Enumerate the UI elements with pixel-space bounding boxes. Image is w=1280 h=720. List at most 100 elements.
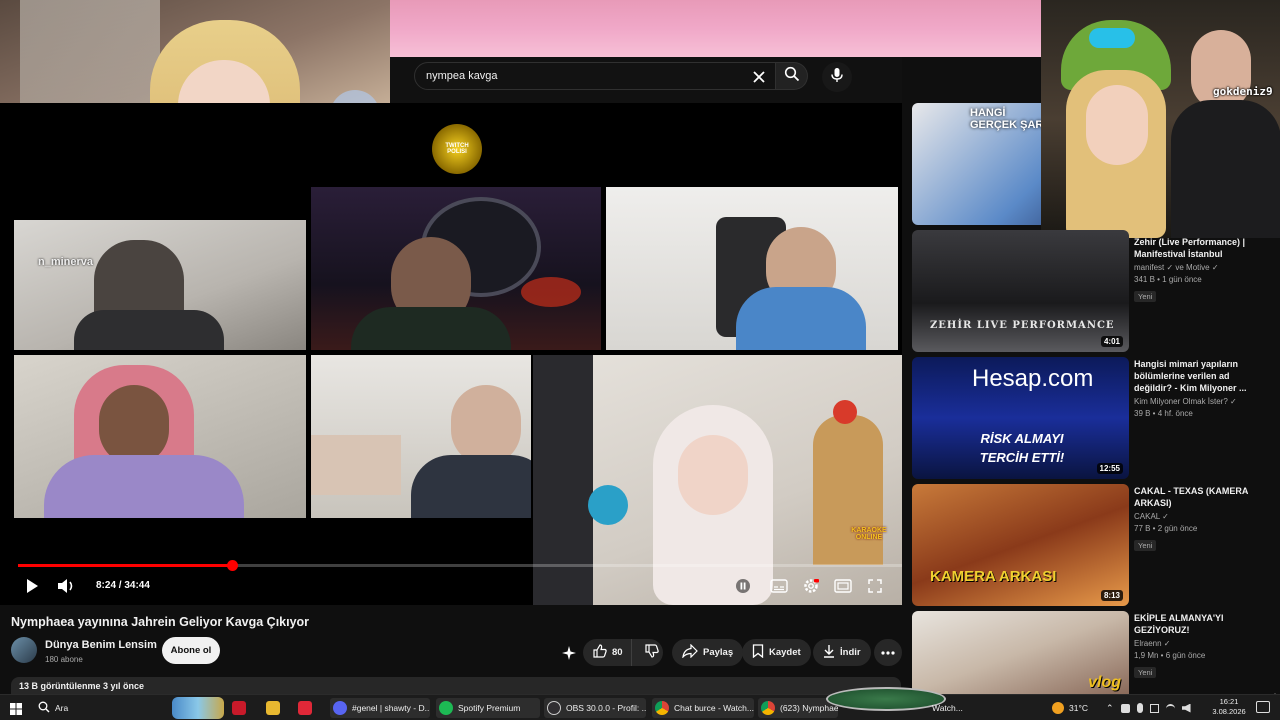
spotify-icon — [439, 701, 453, 715]
notification-icon[interactable] — [1256, 701, 1270, 713]
time-display: 8:24 / 34:44 — [96, 580, 150, 591]
like-count: 80 — [612, 647, 623, 658]
windows-taskbar: Ara #genel | shawty - D... Spotify Premi… — [0, 687, 1280, 720]
taskbar-item-label-3: OBS 30.0.0 - Profil: ... — [566, 703, 646, 713]
taskbar-search-label: Ara — [55, 703, 69, 713]
subtitles-button[interactable] — [769, 576, 789, 596]
tray-icons[interactable]: ⌃ — [1106, 698, 1206, 718]
related-badge-5: Yeni — [1134, 667, 1157, 678]
cam-grid-1: n_minerva — [14, 220, 306, 350]
related-thumbnail-3[interactable]: Hesap.com RİSK ALMAYI TERCİH ETTİ! 12:55 — [912, 357, 1129, 479]
related-thumb-text-1: HANGİ GERÇEK ŞAR — [970, 107, 1044, 131]
share-button[interactable]: Paylaş — [672, 639, 744, 666]
related-channel-4: CAKAL ✓ — [1134, 512, 1169, 521]
related-thumb-text-top-3: Hesap.com — [972, 365, 1094, 392]
weather-widget[interactable]: 31°C — [1052, 698, 1096, 718]
karaoke-watermark: KARAOKE ONLINE — [851, 527, 887, 541]
pause-overlay-icon[interactable] — [733, 576, 753, 596]
save-button[interactable]: Kaydet — [742, 639, 811, 666]
temperature: 31°C — [1069, 703, 1088, 713]
like-dislike-group: 80 — [583, 639, 663, 666]
cam-grid-5 — [311, 355, 531, 518]
sparkle-icon[interactable] — [561, 645, 577, 661]
search-input[interactable]: nympea kavga — [414, 62, 776, 90]
wifi-icon — [1165, 703, 1175, 713]
chrome-icon-2 — [761, 701, 775, 715]
microphone-icon — [830, 67, 844, 88]
windows-start-icon[interactable] — [10, 702, 22, 715]
related-meta-5: 1,9 Mn • 6 gün önce — [1134, 651, 1206, 660]
related-channel-3: Kim Milyoner Olmak İster? ✓ — [1134, 397, 1237, 406]
clock-date: 3.08.2026 — [1212, 707, 1246, 716]
taskbar-app-red[interactable] — [232, 698, 252, 718]
widgets-icon[interactable] — [172, 697, 224, 719]
cam-grid-3 — [606, 187, 898, 350]
taskbar-item-label-6: Watch... — [932, 703, 963, 713]
related-thumbnail-4[interactable]: KAMERA ARKASI 8:13 — [912, 484, 1129, 606]
related-title-2: Zehir (Live Performance) | Manifestival … — [1134, 237, 1246, 259]
related-thumb-text-5: vlog — [1088, 674, 1121, 691]
page-scrollbar[interactable] — [1272, 685, 1278, 697]
related-thumbnail-5[interactable]: vlog — [912, 611, 1129, 694]
download-label: İndir — [840, 647, 861, 658]
related-channel-5: Elraenn ✓ — [1134, 639, 1171, 648]
related-info-3[interactable]: Hangisi mimari yapıların bölümlerine ver… — [1134, 358, 1270, 420]
download-button[interactable]: İndir — [813, 639, 871, 666]
taskbar-app-slides[interactable] — [298, 698, 318, 718]
related-info-5[interactable]: EKİPLE ALMANYA'YI GEZİYORUZ! Elraenn ✓ 1… — [1134, 612, 1270, 680]
progress-bar[interactable] — [18, 560, 902, 571]
like-button[interactable]: 80 — [583, 639, 632, 666]
display-icon — [1149, 703, 1159, 713]
search-icon — [784, 66, 800, 87]
theater-mode-button[interactable] — [833, 576, 853, 596]
clock[interactable]: 16:21 3.08.2026 — [1206, 697, 1252, 717]
related-duration-3: 12:55 — [1096, 463, 1123, 474]
channel-avatar[interactable] — [11, 637, 37, 663]
clock-time: 16:21 — [1219, 697, 1239, 706]
taskbar-item-label-5: (623) Nymphaea ... — [780, 703, 838, 713]
cam-grid-4 — [14, 355, 306, 518]
related-title-3: Hangisi mimari yapıların bölümlerine ver… — [1134, 359, 1247, 393]
taskbar-obs[interactable]: OBS 30.0.0 - Profil: ... — [544, 698, 646, 718]
volume-button[interactable] — [56, 576, 76, 596]
subscribe-button[interactable]: Abone ol — [162, 637, 220, 664]
related-meta-2: 341 B • 1 gün önce — [1134, 275, 1202, 284]
taskbar-file-explorer[interactable] — [266, 698, 286, 718]
app-slides-icon — [298, 701, 312, 715]
progress-scrubber[interactable] — [226, 560, 238, 571]
play-button[interactable] — [22, 576, 42, 596]
taskbar-chrome-chat[interactable]: Chat burce - Watch... — [652, 698, 754, 718]
download-icon — [823, 644, 835, 661]
more-horizontal-icon — [881, 647, 895, 658]
voice-search-button[interactable] — [822, 62, 852, 92]
related-info-4[interactable]: CAKAL - TEXAS (KAMERA ARKASI) CAKAL ✓ 77… — [1134, 485, 1270, 553]
related-meta-4: 77 B • 2 gün önce — [1134, 524, 1198, 533]
taskbar-extra-watch[interactable]: Watch... — [932, 698, 972, 718]
search-button[interactable] — [776, 62, 808, 90]
related-thumbnail-2[interactable]: ZEHİR LIVE PERFORMANCE 4:01 — [912, 230, 1129, 352]
speaker-icon — [1181, 703, 1191, 713]
progress-fill — [18, 564, 232, 567]
related-title-5: EKİPLE ALMANYA'YI GEZİYORUZ! — [1134, 613, 1224, 635]
more-actions-button[interactable] — [874, 639, 902, 666]
taskbar-search[interactable]: Ara — [38, 698, 168, 718]
pink-overlay-banner — [390, 0, 1041, 57]
discord-icon — [333, 701, 347, 715]
settings-gear-icon[interactable] — [801, 576, 821, 596]
fullscreen-button[interactable] — [865, 576, 885, 596]
share-icon — [682, 643, 698, 661]
related-badge-4: Yeni — [1134, 540, 1157, 551]
dislike-button[interactable] — [637, 639, 667, 666]
taskbar-discord[interactable]: #genel | shawty - D... — [330, 698, 430, 718]
chevron-up-icon: ⌃ — [1106, 702, 1114, 713]
related-info-2[interactable]: Zehir (Live Performance) | Manifestival … — [1134, 236, 1270, 304]
related-channel-2: manifest ✓ ve Motive ✓ — [1134, 263, 1219, 272]
bookmark-icon — [752, 644, 764, 661]
taskbar-search-icon — [38, 701, 50, 715]
taskbar-spotify[interactable]: Spotify Premium — [436, 698, 540, 718]
clear-search-icon[interactable] — [749, 67, 769, 87]
thumbs-down-icon — [644, 644, 659, 661]
channel-name[interactable]: Dünya Benim Lensim — [45, 639, 157, 651]
grid-username-label: n_minerva — [38, 256, 94, 268]
related-badge-2: Yeni — [1134, 291, 1157, 302]
